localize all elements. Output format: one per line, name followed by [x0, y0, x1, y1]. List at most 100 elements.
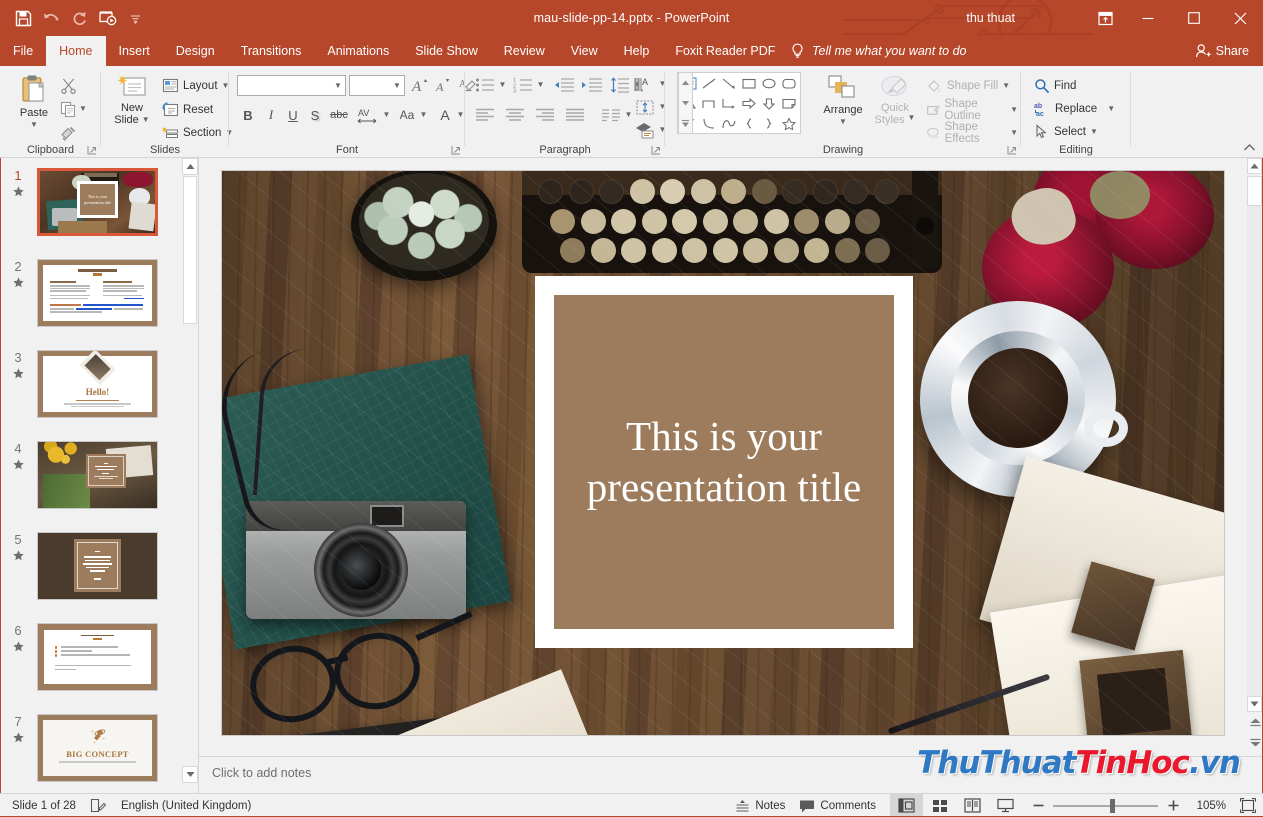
minimize-button[interactable] — [1125, 0, 1171, 36]
current-slide[interactable]: This is your presentation title — [222, 171, 1224, 735]
tab-design[interactable]: Design — [163, 36, 228, 66]
increase-indent-button[interactable] — [579, 74, 605, 96]
tab-animations[interactable]: Animations — [314, 36, 402, 66]
bullets-dropdown[interactable]: ▼ — [497, 74, 508, 96]
shape-elbow-arrow[interactable] — [719, 94, 739, 113]
thumbnail-slide-6[interactable]: 6 — [0, 623, 182, 709]
arrange-dropdown-caret[interactable]: ▼ — [839, 118, 847, 126]
reading-view-button[interactable] — [956, 794, 989, 817]
character-spacing-button[interactable]: AV — [354, 104, 382, 126]
decrease-font-size-button[interactable]: A — [432, 74, 454, 96]
text-direction-button[interactable]: A — [631, 73, 657, 95]
font-color-button[interactable]: A — [435, 104, 455, 126]
bold-button[interactable]: B — [237, 104, 259, 126]
font-name-dropdown-caret[interactable]: ▼ — [331, 76, 345, 95]
notes-placeholder[interactable]: Click to add notes — [212, 766, 311, 780]
zoom-slider-handle[interactable] — [1110, 798, 1115, 813]
tab-file[interactable]: File — [0, 36, 46, 66]
center-button[interactable] — [503, 104, 527, 126]
shapes-gallery-scrollbar[interactable] — [678, 72, 693, 134]
thumbnail-slide-2[interactable]: 2 — [0, 259, 182, 345]
language-indicator[interactable]: English (United Kingdom) — [114, 794, 258, 817]
shape-outline-button[interactable]: Shape Outline ▼ — [923, 98, 1021, 122]
replace-button[interactable]: ab ac Replace ▼ — [1031, 98, 1118, 119]
shapes-scroll-up-button[interactable] — [679, 73, 692, 92]
shape-oval[interactable] — [759, 74, 779, 93]
copy-dropdown-button[interactable]: ▼ — [77, 98, 89, 120]
justify-button[interactable] — [563, 104, 587, 126]
text-shadow-button[interactable]: S — [304, 104, 326, 126]
slide-thumbnail-pane[interactable]: 1 This is your presentation title 2 3 He… — [0, 158, 182, 793]
shape-rounded-rectangle[interactable] — [779, 74, 799, 93]
shape-arrow[interactable] — [719, 74, 739, 93]
clipboard-dialog-launcher[interactable] — [86, 143, 98, 155]
slide-show-view-button[interactable] — [989, 794, 1022, 817]
font-name-combobox[interactable]: ▼ — [237, 75, 346, 96]
slide-title-placeholder[interactable]: This is your presentation title — [535, 276, 913, 648]
thumbnail-slide-5[interactable]: 5 — [0, 532, 182, 618]
next-slide-button[interactable] — [1249, 736, 1261, 748]
paste-dropdown-caret[interactable]: ▼ — [30, 121, 38, 129]
shape-effects-button[interactable]: Shape Effects ▼ — [923, 121, 1021, 145]
slide-scroll-down-button[interactable] — [1247, 696, 1262, 712]
slide-scrollbar-thumb[interactable] — [1247, 176, 1262, 206]
shape-star[interactable] — [779, 114, 799, 133]
quick-styles-button[interactable]: Quick Styles ▼ — [870, 74, 920, 126]
thumbnail-slide-4[interactable]: 4 — [0, 441, 182, 527]
thumbnail-slide-7[interactable]: 7 BIG CONCEPT — [0, 714, 182, 793]
close-button[interactable] — [1217, 0, 1263, 36]
thumbnail-scroll-up-button[interactable] — [182, 158, 198, 175]
bullets-button[interactable] — [473, 74, 497, 96]
shape-left-brace[interactable] — [739, 114, 759, 133]
font-size-combobox[interactable]: ▼ — [349, 75, 405, 96]
shape-curve[interactable] — [699, 114, 719, 133]
slide-edit-area[interactable]: This is your presentation title — [199, 158, 1263, 756]
previous-slide-button[interactable] — [1249, 716, 1261, 728]
accessibility-checker-button[interactable] — [83, 794, 114, 817]
tab-view[interactable]: View — [558, 36, 611, 66]
comments-button[interactable]: Comments — [792, 794, 883, 817]
paste-button[interactable]: Paste ▼ — [10, 74, 58, 129]
reset-button[interactable]: Reset — [159, 99, 216, 120]
maximize-button[interactable] — [1171, 0, 1217, 36]
shape-right-brace[interactable] — [759, 114, 779, 133]
change-case-dropdown[interactable]: ▼ — [418, 104, 429, 126]
cut-button[interactable] — [57, 74, 79, 96]
numbering-dropdown[interactable]: ▼ — [535, 74, 546, 96]
change-case-button[interactable]: Aa — [395, 104, 419, 126]
new-slide-button[interactable]: New Slide ▼ — [109, 74, 155, 126]
format-painter-button[interactable] — [57, 122, 79, 144]
strikethrough-button[interactable]: abc — [326, 104, 352, 126]
align-right-button[interactable] — [533, 104, 557, 126]
notes-pane[interactable]: Click to add notes ThuThuatTinHoc.vn — [199, 745, 1263, 793]
zoom-percentage[interactable]: 105% — [1188, 800, 1226, 812]
tab-review[interactable]: Review — [491, 36, 558, 66]
slide-scrollbar-track[interactable] — [1247, 206, 1262, 696]
align-left-button[interactable] — [473, 104, 497, 126]
thumbnail-pane-scrollbar[interactable] — [182, 158, 198, 793]
account-name[interactable]: thu thuat — [966, 0, 1015, 36]
shape-fill-button[interactable]: Shape Fill ▼ — [923, 75, 1013, 96]
paragraph-dialog-launcher[interactable] — [650, 143, 662, 155]
shape-folded-corner[interactable] — [779, 94, 799, 113]
slide-sorter-view-button[interactable] — [923, 794, 956, 817]
character-spacing-dropdown[interactable]: ▼ — [381, 104, 392, 126]
tab-slide-show[interactable]: Slide Show — [402, 36, 491, 66]
ribbon-display-options-button[interactable] — [1085, 0, 1125, 36]
slide-counter[interactable]: Slide 1 of 28 — [5, 794, 83, 817]
select-button[interactable]: Select ▼ — [1031, 121, 1101, 142]
decrease-indent-button[interactable] — [551, 74, 577, 96]
shapes-more-button[interactable] — [679, 114, 692, 133]
thumbnail-slide-1[interactable]: 1 This is your presentation title — [0, 168, 182, 254]
tab-home[interactable]: Home — [46, 36, 106, 66]
align-text-button[interactable] — [633, 96, 657, 118]
zoom-out-button[interactable] — [1030, 800, 1046, 811]
tab-help[interactable]: Help — [611, 36, 663, 66]
tab-foxit-reader-pdf[interactable]: Foxit Reader PDF — [662, 36, 788, 66]
zoom-slider[interactable] — [1053, 794, 1158, 817]
slide-area-scrollbar[interactable] — [1246, 158, 1263, 756]
increase-font-size-button[interactable]: A — [409, 74, 431, 96]
thumbnail-slide-3[interactable]: 3 Hello! — [0, 350, 182, 436]
shape-right-arrow[interactable] — [739, 94, 759, 113]
underline-button[interactable]: U — [282, 104, 304, 126]
